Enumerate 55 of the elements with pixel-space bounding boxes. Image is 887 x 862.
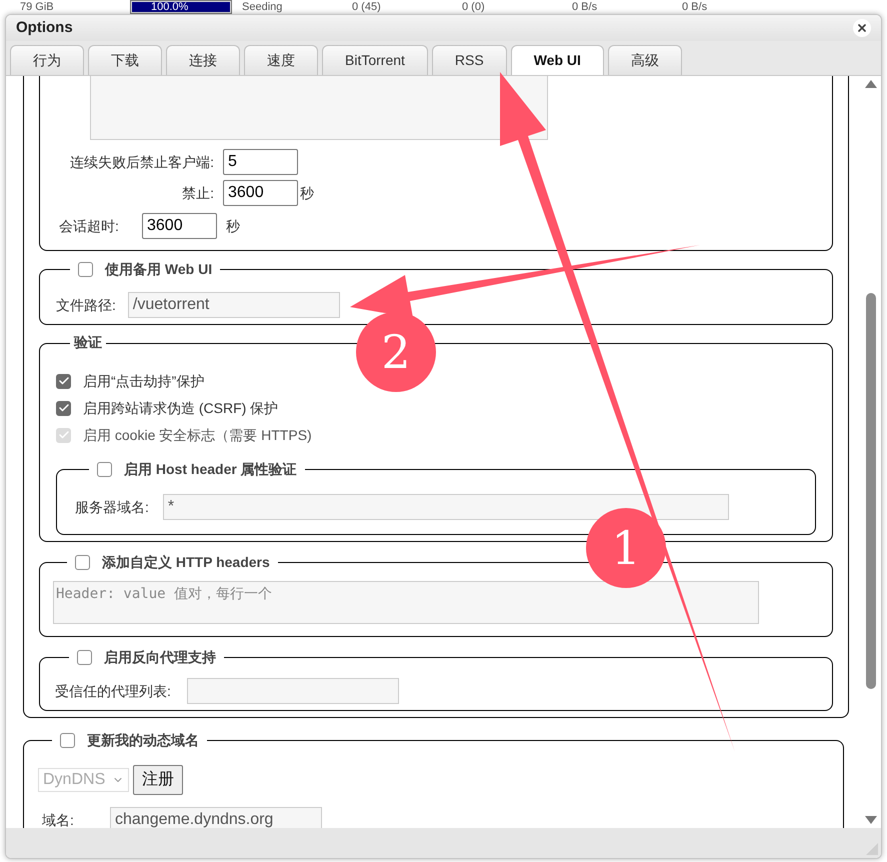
scroll-thumb[interactable] <box>866 293 876 689</box>
list-cell-text: 0 B/s <box>682 0 708 14</box>
checkbox[interactable] <box>60 733 75 748</box>
tab[interactable]: Web UI <box>510 45 604 75</box>
tab[interactable]: 高级 <box>608 45 682 75</box>
section-title: 启用 Host header 属性验证 <box>124 460 297 479</box>
list-cell-text: 0 (45) <box>352 0 382 14</box>
field-label: 文件路径: <box>56 296 116 314</box>
proxy-list-field[interactable] <box>186 678 399 704</box>
option-label: 启用 cookie 安全标志（需要 HTTPS) <box>83 426 312 445</box>
scroll-up-icon[interactable] <box>865 80 877 88</box>
section-title: 启用反向代理支持 <box>104 648 216 667</box>
close-icon[interactable] <box>853 19 871 37</box>
register-button[interactable]: 注册 <box>133 765 183 795</box>
path-field[interactable]: /vuetorrent <box>128 292 340 318</box>
section-title: 更新我的动态域名 <box>87 731 199 750</box>
tab[interactable]: BitTorrent <box>322 45 428 75</box>
scroll-down-icon[interactable] <box>865 816 877 824</box>
resize-grip-icon[interactable] <box>866 843 878 855</box>
field-label: 服务器域名: <box>75 498 149 516</box>
checkbox[interactable] <box>77 650 92 665</box>
checkbox[interactable] <box>56 400 71 416</box>
checkbox[interactable] <box>78 262 93 277</box>
checkbox[interactable] <box>75 555 90 570</box>
checkbox[interactable] <box>97 462 112 477</box>
progress-text: 100.0% <box>151 0 188 14</box>
number-field[interactable]: 3600 <box>223 180 298 206</box>
option-label: 启用“点击劫持”保护 <box>83 372 204 390</box>
tab[interactable]: 行为 <box>10 45 84 75</box>
domain-field[interactable]: * <box>162 494 729 520</box>
section-title: 添加自定义 HTTP headers <box>102 553 270 572</box>
text-area[interactable] <box>90 76 548 140</box>
window-title: Options <box>16 18 73 38</box>
number-field[interactable]: 5 <box>223 149 298 175</box>
domain-field[interactable]: changeme.dyndns.org <box>110 807 322 828</box>
field-label: 连续失败后禁止客户端: <box>69 152 215 172</box>
section-title: 验证 <box>74 334 102 350</box>
section-title: 使用备用 Web UI <box>105 260 212 279</box>
option-label: 启用跨站请求伪造 (CSRF) 保护 <box>83 398 278 418</box>
field-label: 会话超时: <box>58 216 120 236</box>
list-cell-text: Seeding <box>242 0 284 14</box>
list-cell-text: 79 GiB <box>20 0 55 14</box>
list-cell-text: 0 (0) <box>462 0 486 14</box>
field-label: 域名: <box>41 810 75 828</box>
unit-label: 秒 <box>300 184 314 202</box>
tab[interactable]: 下载 <box>88 45 162 75</box>
tab[interactable]: 连接 <box>166 45 240 75</box>
field-label: 受信任的代理列表: <box>55 682 171 700</box>
list-cell-text: 0 B/s <box>572 0 598 14</box>
number-field[interactable]: 3600 <box>142 213 217 239</box>
checkbox[interactable] <box>56 374 71 388</box>
field-label: 禁止: <box>181 184 215 202</box>
tab[interactable]: RSS <box>432 45 507 75</box>
unit-label: 秒 <box>226 216 240 236</box>
tab[interactable]: 速度 <box>244 45 318 75</box>
